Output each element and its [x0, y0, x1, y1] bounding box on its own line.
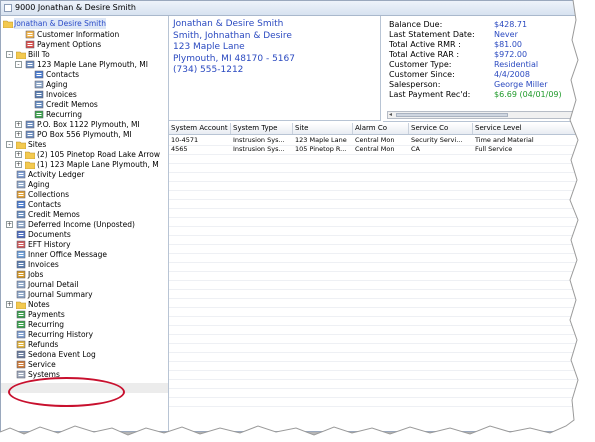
torn-edge-overlay: [0, 0, 595, 442]
